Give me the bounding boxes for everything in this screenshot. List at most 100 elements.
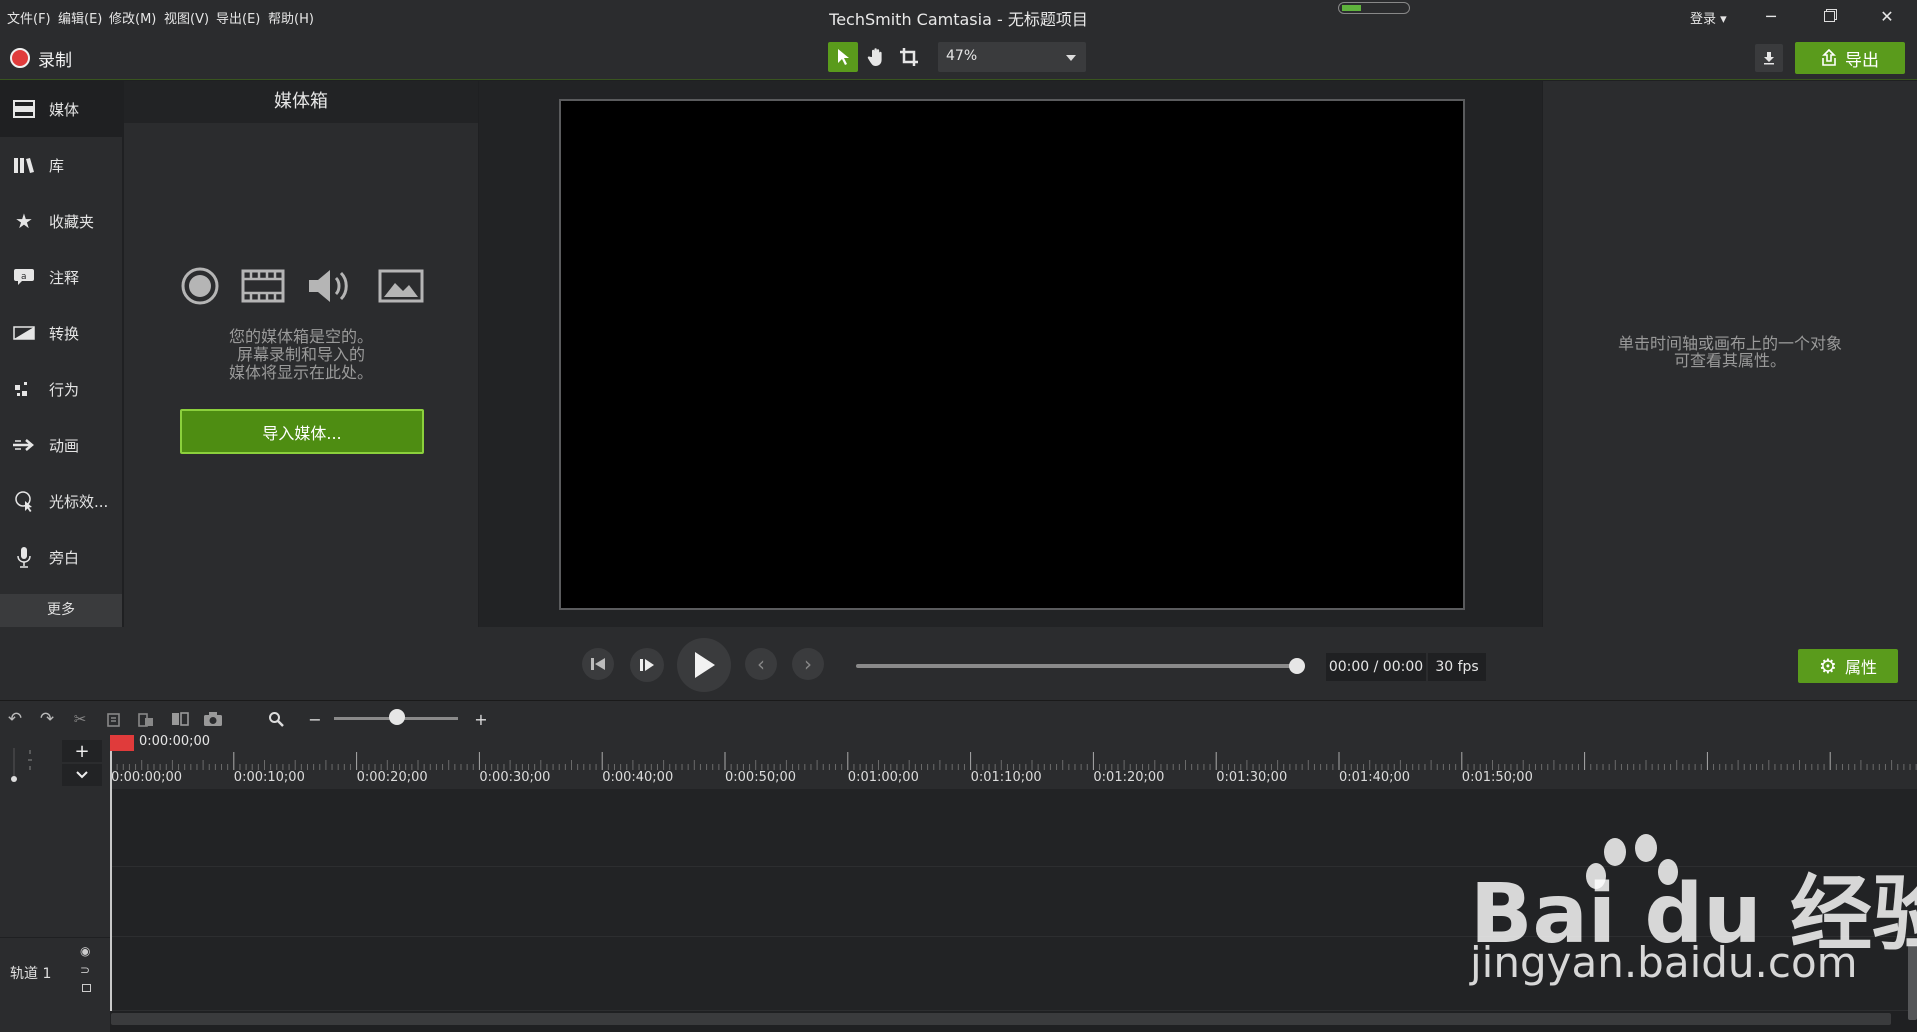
sidebar-item-narration[interactable]: 旁白 <box>0 529 122 585</box>
chevron-down-icon <box>1066 55 1076 61</box>
chevron-down-icon: ▾ <box>1720 12 1727 27</box>
media-bin-title: 媒体箱 <box>124 81 478 123</box>
playhead-handle[interactable] <box>110 735 134 751</box>
eye-icon[interactable]: ◉ <box>80 944 90 958</box>
animation-icon <box>12 434 36 456</box>
library-icon <box>12 154 36 176</box>
zoom-out-button[interactable]: − <box>304 708 326 730</box>
login-label: 登录 <box>1690 12 1717 27</box>
ruler-tick-label: 0:01:40;00 <box>1339 770 1411 785</box>
empty-line: 您的媒体箱是空的。 <box>228 327 373 346</box>
split-button[interactable] <box>169 708 191 730</box>
next-marker-button[interactable]: › <box>792 648 824 680</box>
playback-scrubber[interactable] <box>856 664 1296 668</box>
snapshot-button[interactable] <box>202 708 224 730</box>
paste-button[interactable] <box>135 708 157 730</box>
pan-tool[interactable] <box>861 42 891 72</box>
ruler-tick-label: 0:00:20;00 <box>356 770 428 785</box>
star-icon: ★ <box>15 209 33 233</box>
properties-button[interactable]: ⚙ 属性 <box>1798 649 1898 683</box>
plus-icon: + <box>74 740 90 762</box>
copy-icon <box>107 713 120 727</box>
export-button[interactable]: 导出 <box>1795 42 1905 74</box>
sidebar-item-label: 行为 <box>49 380 80 399</box>
properties-label: 属性 <box>1844 658 1877 677</box>
zoom-select[interactable]: 47% <box>938 42 1086 72</box>
ruler-tick-label: 0:01:00;00 <box>847 770 919 785</box>
ruler-tick-label: 0:00:50;00 <box>725 770 797 785</box>
download-button[interactable] <box>1755 44 1783 72</box>
restore-icon <box>1823 10 1835 22</box>
sidebar-item-label: 媒体 <box>49 100 80 119</box>
ruler-tick-label: 0:00:40;00 <box>602 770 674 785</box>
track-height-slider[interactable] <box>8 744 38 784</box>
redo-icon: ↷ <box>39 709 55 729</box>
sidebar-item-cursor-effects[interactable]: 光标效... <box>0 473 122 529</box>
share-icon <box>1822 49 1836 66</box>
timeline-horizontal-scrollbar[interactable] <box>111 1013 1891 1025</box>
scissors-icon: ✂ <box>73 710 87 728</box>
zoom-in-button[interactable]: + <box>470 708 492 730</box>
sidebar-item-media[interactable]: 媒体 <box>0 81 122 137</box>
props-line: 单击时间轴或画布上的一个对象 <box>1617 334 1842 353</box>
sidebar-item-label: 光标效... <box>49 492 109 511</box>
cut-button[interactable]: ✂ <box>69 708 91 730</box>
redo-button[interactable]: ↷ <box>36 708 58 730</box>
split-icon <box>172 712 189 726</box>
timeline-zoom-handle[interactable] <box>389 709 405 725</box>
previous-marker-button[interactable]: ‹ <box>745 648 777 680</box>
image-media-icon <box>378 262 424 310</box>
sidebar-item-label: 旁白 <box>49 548 80 567</box>
audio-media-icon <box>306 262 354 310</box>
sidebar-item-library[interactable]: 库 <box>0 137 122 193</box>
undo-button[interactable]: ↶ <box>4 708 26 730</box>
ruler-tick-label: 0:01:50;00 <box>1461 770 1533 785</box>
import-media-button[interactable]: 导入媒体... <box>180 409 424 454</box>
record-button[interactable]: 录制 <box>38 46 72 71</box>
sidebar-item-annotations[interactable]: a 注释 <box>0 249 122 305</box>
lock-icon[interactable] <box>82 984 91 992</box>
chevron-left-icon: ‹ <box>757 652 765 676</box>
more-button[interactable]: 更多 <box>0 594 122 627</box>
close-button[interactable]: ✕ <box>1858 0 1916 32</box>
sidebar-item-label: 转换 <box>49 324 80 343</box>
sidebar-item-transitions[interactable]: 转换 <box>0 305 122 361</box>
collapse-tracks-button[interactable] <box>62 764 102 786</box>
step-forward-button[interactable] <box>630 648 664 682</box>
step-back-button[interactable] <box>582 648 614 680</box>
zoom-to-fit-button[interactable] <box>265 708 287 730</box>
link-icon[interactable]: ⊃ <box>80 963 90 977</box>
add-track-button[interactable]: + <box>62 740 102 762</box>
watermark-url: jingyan.baidu.com <box>1470 938 1858 987</box>
sidebar-item-behaviors[interactable]: 行为 <box>0 361 122 417</box>
minimize-button[interactable]: ─ <box>1742 0 1800 32</box>
sidebar-item-label: 动画 <box>49 436 80 455</box>
sidebar-item-favorites[interactable]: ★ 收藏夹 <box>0 193 122 249</box>
gear-icon: ⚙ <box>1819 654 1837 678</box>
step-forward-icon <box>640 659 654 671</box>
select-tool[interactable] <box>828 42 858 72</box>
copy-button[interactable] <box>103 708 125 730</box>
playhead-line[interactable] <box>110 735 112 1011</box>
time-display: 00:00 / 00:00 <box>1326 653 1426 681</box>
login-menu[interactable]: 登录 ▾ <box>1690 8 1727 27</box>
plus-icon: + <box>474 709 488 729</box>
restore-button[interactable] <box>1800 0 1858 32</box>
scrubber-handle[interactable] <box>1289 658 1305 674</box>
chevron-down-icon <box>76 771 88 779</box>
crop-tool[interactable] <box>894 42 924 72</box>
fps-display: 30 fps <box>1428 653 1486 681</box>
download-icon <box>1764 52 1774 65</box>
track-label: 轨道 1 <box>10 966 52 982</box>
media-empty-message: 您的媒体箱是空的。 屏幕录制和导入的 媒体将显示在此处。 <box>124 328 478 382</box>
preview-canvas[interactable] <box>559 99 1465 610</box>
timeline-toolbar <box>0 700 1917 735</box>
sidebar-item-label: 库 <box>49 156 65 175</box>
play-button[interactable] <box>677 638 731 692</box>
record-icon[interactable] <box>10 48 30 68</box>
minus-icon: − <box>308 709 322 729</box>
sidebar-item-animations[interactable]: 动画 <box>0 417 122 473</box>
sidebar-item-label: 注释 <box>49 268 80 287</box>
microphone-icon <box>12 546 36 568</box>
props-line: 可查看其属性。 <box>1673 351 1786 370</box>
